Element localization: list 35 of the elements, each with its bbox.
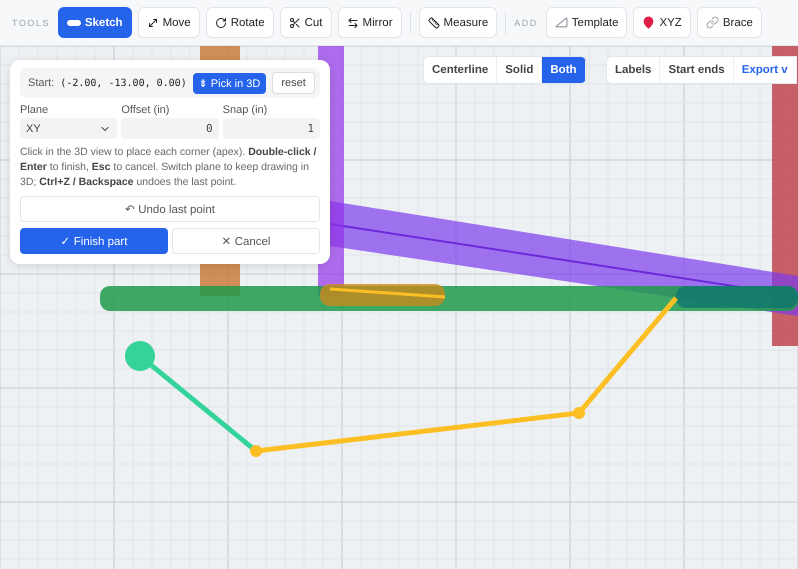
chain-link-icon bbox=[706, 16, 719, 29]
undo-button[interactable]: ↶ Undo last point bbox=[20, 196, 320, 222]
rotate-icon bbox=[214, 16, 227, 28]
add-button[interactable]: Template bbox=[546, 7, 628, 38]
view-option-button[interactable]: Labels bbox=[607, 57, 660, 83]
view-mode-tab[interactable]: Centerline bbox=[424, 57, 498, 83]
field-label: Offset (in) bbox=[121, 104, 170, 116]
field-label: Plane bbox=[20, 104, 50, 116]
tool-button[interactable]: Rotate bbox=[206, 7, 274, 38]
number-input[interactable]: 1 bbox=[222, 118, 320, 139]
start-label: Start: bbox=[28, 77, 54, 89]
pick-in-3d-button[interactable]: ⇟ Pick in 3D bbox=[192, 72, 266, 94]
help-text: Click in the 3D view to place each corner (apex). Double-click / Enter to finish, Esc to cancel. Switch plane to keep drawing in 3D; Ctrl+Z / Backspace undoes the last point. bbox=[20, 145, 318, 190]
reset-button[interactable]: reset bbox=[272, 72, 315, 94]
cancel-button[interactable]: ✕ Cancel bbox=[172, 228, 320, 254]
pin-icon bbox=[642, 16, 656, 29]
diagonal-arrow-icon bbox=[146, 16, 159, 28]
add-button[interactable]: Brace bbox=[696, 7, 762, 38]
swap-arrows-icon bbox=[346, 16, 358, 28]
number-input[interactable]: 0 bbox=[121, 118, 219, 139]
tool-button[interactable]: Move bbox=[138, 7, 200, 38]
add-button[interactable]: XYZ bbox=[633, 7, 691, 38]
add-label: ADD bbox=[514, 18, 538, 28]
tool-button[interactable]: Sketch bbox=[58, 7, 132, 38]
ruler-icon bbox=[428, 16, 440, 28]
tool-button[interactable]: Cut bbox=[280, 7, 332, 38]
start-coordinates: (-2.00, -13.00, 0.00) bbox=[60, 78, 187, 88]
finish-part-button[interactable]: ✓ Finish part bbox=[20, 228, 168, 254]
scissors-icon bbox=[288, 16, 301, 28]
tools-label: TOOLS bbox=[12, 18, 50, 28]
tool-button[interactable]: Measure bbox=[418, 7, 498, 38]
view-mode-tab[interactable]: Both bbox=[542, 57, 586, 83]
field-label: Snap (in) bbox=[222, 104, 268, 116]
tool-button[interactable]: Mirror bbox=[338, 7, 402, 38]
plane-select[interactable]: XY bbox=[20, 118, 118, 139]
